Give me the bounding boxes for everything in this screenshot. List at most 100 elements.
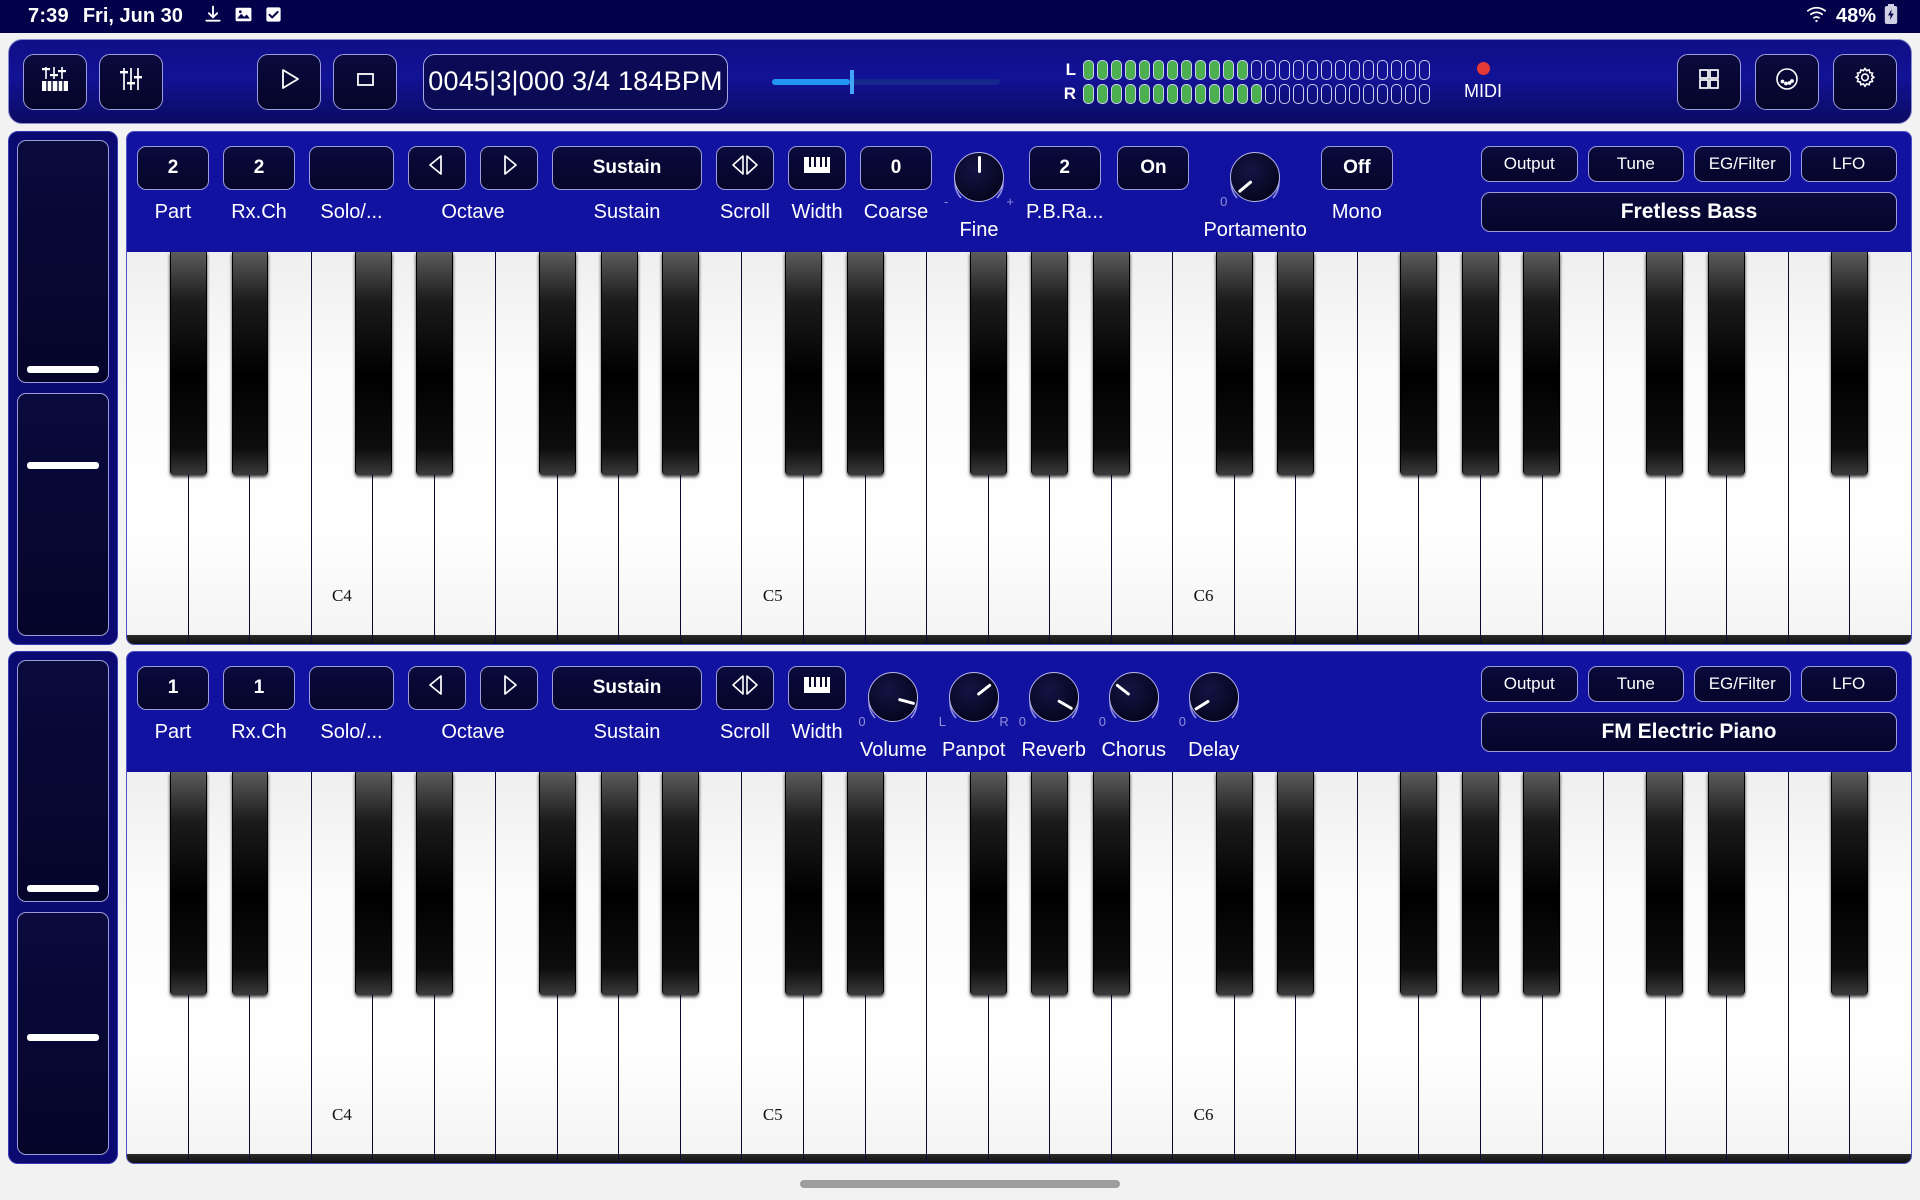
octave-down-button[interactable] xyxy=(408,665,466,710)
white-key[interactable] xyxy=(434,771,497,1163)
settings-button[interactable] xyxy=(1833,53,1897,110)
tab-output[interactable]: Output xyxy=(1481,665,1578,702)
drum-pad-button[interactable] xyxy=(1755,53,1819,110)
white-key[interactable]: C5 xyxy=(742,252,805,644)
home-pill[interactable] xyxy=(800,1179,1120,1188)
white-key[interactable] xyxy=(1296,252,1358,644)
white-key[interactable] xyxy=(557,252,620,644)
width-button[interactable] xyxy=(788,146,846,190)
instrument-name-button[interactable]: Fretless Bass xyxy=(1481,192,1897,232)
white-key[interactable] xyxy=(1357,771,1420,1163)
mixer-button[interactable] xyxy=(99,53,163,110)
white-key[interactable]: C4 xyxy=(311,771,374,1163)
white-key[interactable] xyxy=(1850,252,1911,644)
volume-knob[interactable]: 0 xyxy=(858,666,926,729)
solo-mute-button[interactable] xyxy=(309,665,394,710)
white-key[interactable] xyxy=(1665,252,1728,644)
white-key[interactable] xyxy=(1296,771,1358,1163)
white-key[interactable] xyxy=(1234,252,1297,644)
white-key[interactable] xyxy=(927,771,989,1163)
coarse-button[interactable]: 0 xyxy=(860,146,932,190)
tempo-slider[interactable] xyxy=(772,54,1000,110)
rx-channel-button[interactable]: 2 xyxy=(223,146,295,190)
white-key[interactable] xyxy=(1665,771,1728,1163)
white-key[interactable] xyxy=(1788,771,1851,1163)
white-key[interactable] xyxy=(804,252,866,644)
slider-thumb[interactable] xyxy=(849,69,854,94)
white-key[interactable] xyxy=(1050,252,1112,644)
white-key[interactable] xyxy=(127,252,189,644)
white-key[interactable] xyxy=(496,771,558,1163)
portamento-switch-button[interactable]: On xyxy=(1117,146,1190,190)
pitch-bend-wheel[interactable] xyxy=(17,659,109,903)
tab-eg-filter[interactable]: EG/Filter xyxy=(1694,146,1791,182)
pitch-bend-wheel[interactable] xyxy=(17,140,109,383)
position-display[interactable]: 0045|3|000 3/4 184BPM xyxy=(423,53,728,110)
white-key[interactable] xyxy=(496,252,558,644)
white-key[interactable] xyxy=(1542,252,1605,644)
piano-keyboard[interactable]: C4 C5 C6 xyxy=(127,252,1911,644)
tab-lfo[interactable]: LFO xyxy=(1800,146,1897,182)
white-key[interactable] xyxy=(927,252,989,644)
pitch-bend-range-button[interactable]: 2 xyxy=(1028,146,1101,190)
grid-button[interactable] xyxy=(1677,53,1741,110)
white-key[interactable] xyxy=(1604,771,1666,1163)
white-key[interactable] xyxy=(1727,252,1789,644)
white-key[interactable] xyxy=(680,252,743,644)
white-key[interactable] xyxy=(250,252,312,644)
mono-button[interactable]: Off xyxy=(1320,146,1393,190)
white-key[interactable] xyxy=(250,771,312,1163)
portamento-knob-knob[interactable]: 0 xyxy=(1220,146,1288,209)
sustain-button[interactable]: Sustain xyxy=(552,146,702,190)
fine-knob[interactable]: - + xyxy=(944,146,1014,209)
octave-up-button[interactable] xyxy=(480,665,538,710)
white-key[interactable] xyxy=(1419,252,1482,644)
white-key[interactable] xyxy=(619,252,681,644)
piano-keyboard[interactable]: C4 C5 C6 xyxy=(127,771,1911,1163)
white-key[interactable] xyxy=(1727,771,1789,1163)
tab-eg-filter[interactable]: EG/Filter xyxy=(1694,665,1791,702)
part-button[interactable]: 1 xyxy=(137,665,209,710)
sustain-button[interactable]: Sustain xyxy=(552,665,702,710)
white-key[interactable] xyxy=(680,771,743,1163)
white-key[interactable] xyxy=(557,771,620,1163)
white-key[interactable] xyxy=(1419,771,1482,1163)
white-key[interactable]: C5 xyxy=(742,771,805,1163)
solo-mute-button[interactable] xyxy=(309,146,394,190)
stop-button[interactable] xyxy=(333,53,397,110)
rx-channel-button[interactable]: 1 xyxy=(223,665,295,710)
white-key[interactable] xyxy=(1542,771,1605,1163)
white-key[interactable] xyxy=(188,252,251,644)
delay-knob[interactable]: 0 xyxy=(1179,666,1247,729)
white-key[interactable] xyxy=(1111,771,1174,1163)
white-key[interactable] xyxy=(373,252,435,644)
white-key[interactable] xyxy=(619,771,681,1163)
white-key[interactable] xyxy=(1481,771,1543,1163)
white-key[interactable] xyxy=(373,771,435,1163)
white-key[interactable] xyxy=(1234,771,1297,1163)
white-key[interactable] xyxy=(988,252,1051,644)
modulation-wheel[interactable] xyxy=(17,392,109,636)
scroll-button[interactable] xyxy=(716,146,774,190)
white-key[interactable] xyxy=(1481,252,1543,644)
tab-tune[interactable]: Tune xyxy=(1587,665,1684,702)
tab-tune[interactable]: Tune xyxy=(1587,146,1684,182)
modulation-wheel[interactable] xyxy=(17,912,109,1155)
tab-lfo[interactable]: LFO xyxy=(1800,665,1897,702)
white-key[interactable] xyxy=(988,771,1051,1163)
white-key[interactable] xyxy=(434,252,497,644)
white-key[interactable] xyxy=(1604,252,1666,644)
play-button[interactable] xyxy=(257,53,321,110)
white-key[interactable] xyxy=(865,252,928,644)
white-key[interactable] xyxy=(865,771,928,1163)
white-key[interactable] xyxy=(1850,771,1911,1163)
white-key[interactable]: C6 xyxy=(1173,771,1235,1163)
reverb-knob[interactable]: 0 xyxy=(1019,666,1087,729)
white-key[interactable] xyxy=(188,771,251,1163)
white-key[interactable]: C4 xyxy=(311,252,374,644)
keyboard-view-button[interactable] xyxy=(23,53,87,110)
white-key[interactable] xyxy=(1357,252,1420,644)
white-key[interactable] xyxy=(1050,771,1112,1163)
width-button[interactable] xyxy=(788,665,846,710)
part-button[interactable]: 2 xyxy=(137,146,209,190)
